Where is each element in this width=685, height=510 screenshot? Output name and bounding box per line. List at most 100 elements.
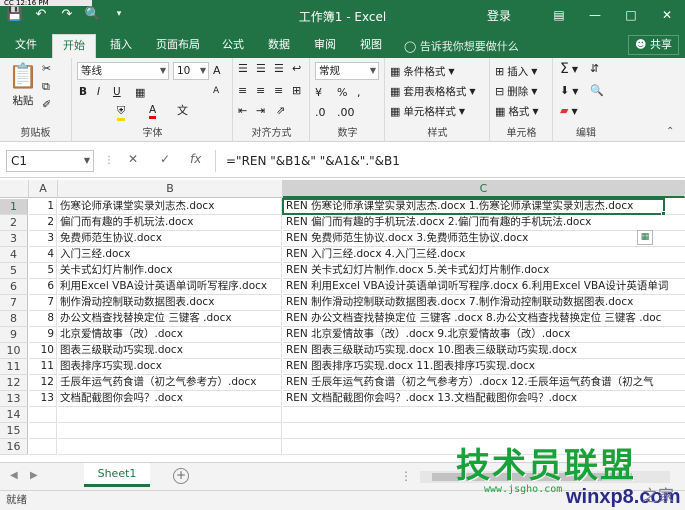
- cell-c[interactable]: REN 偏门而有趣的手机玩法.docx 2.偏门而有趣的手机玩法.docx: [283, 215, 685, 231]
- autosum-button[interactable]: Σ ▼: [560, 62, 578, 76]
- cell-a[interactable]: [29, 407, 57, 423]
- cell-a[interactable]: 8: [29, 311, 57, 327]
- cell-b[interactable]: 办公文档查找替换定位 三键客 .docx: [58, 311, 282, 327]
- row-header[interactable]: 6: [0, 279, 28, 295]
- cell-c[interactable]: [283, 423, 685, 439]
- cell-b[interactable]: 免费师范生协议.docx: [58, 231, 282, 247]
- cell-a[interactable]: 11: [29, 359, 57, 375]
- cell-a[interactable]: 3: [29, 231, 57, 247]
- cell-b[interactable]: 图表排序巧实现.docx: [58, 359, 282, 375]
- cell-a[interactable]: 4: [29, 247, 57, 263]
- cell-c[interactable]: REN 免费师范生协议.docx 3.免费师范生协议.docx: [283, 231, 685, 247]
- cell-c[interactable]: REN 图表排序巧实现.docx 11.图表排序巧实现.docx: [283, 359, 685, 375]
- cell-b[interactable]: 伤寒论师承课堂实录刘志杰.docx: [58, 199, 282, 215]
- font-color-button[interactable]: A: [149, 104, 157, 119]
- align-bottom-button[interactable]: ☰: [274, 62, 284, 76]
- underline-button[interactable]: U: [113, 86, 121, 98]
- grow-font-button[interactable]: A: [213, 64, 221, 77]
- number-format-combo[interactable]: 常规 ▼: [315, 62, 379, 80]
- cell-a[interactable]: [29, 423, 57, 439]
- quick-analysis-icon[interactable]: ▦: [637, 230, 653, 245]
- add-sheet-icon[interactable]: +: [173, 468, 189, 484]
- cell-a[interactable]: 5: [29, 263, 57, 279]
- cell-a[interactable]: 2: [29, 215, 57, 231]
- row-header[interactable]: 13: [0, 391, 28, 407]
- minimize-icon[interactable]: —: [577, 0, 613, 30]
- tab-file[interactable]: 文件: [6, 34, 46, 58]
- align-center-button[interactable]: ≡: [256, 84, 265, 98]
- cell-a[interactable]: 12: [29, 375, 57, 391]
- row-header[interactable]: 3: [0, 231, 28, 247]
- insert-cells-button[interactable]: ⊞ 插入 ▼: [495, 64, 537, 79]
- fill-button[interactable]: ⬇ ▼: [560, 84, 578, 98]
- row-header[interactable]: 15: [0, 423, 28, 439]
- row-header[interactable]: 4: [0, 247, 28, 263]
- cell-b[interactable]: 北京爱情故事（改）.docx: [58, 327, 282, 343]
- cell-b[interactable]: 关卡式幻灯片制作.docx: [58, 263, 282, 279]
- font-name-combo[interactable]: 等线 ▼: [77, 62, 169, 80]
- cut-button[interactable]: ✂: [42, 62, 51, 76]
- select-all-corner[interactable]: [0, 180, 29, 198]
- accounting-format-button[interactable]: ¥: [315, 86, 322, 100]
- cell-b[interactable]: 制作滑动控制联动数据图表.docx: [58, 295, 282, 311]
- cell-b[interactable]: [58, 423, 282, 439]
- cell-c[interactable]: REN 图表三级联动巧实现.docx 10.图表三级联动巧实现.docx: [283, 343, 685, 359]
- cell-a[interactable]: 1: [29, 199, 57, 215]
- decrease-indent-button[interactable]: ⇤: [238, 104, 247, 118]
- align-right-button[interactable]: ≡: [274, 84, 283, 98]
- column-header-b[interactable]: B: [58, 180, 283, 198]
- paste-button[interactable]: 📋 粘贴: [8, 62, 38, 108]
- phonetic-button[interactable]: 文: [177, 104, 188, 118]
- cell-b[interactable]: 利用Excel VBA设计英语单词听写程序.docx: [58, 279, 282, 295]
- collapse-ribbon-icon[interactable]: ⌃: [666, 126, 674, 137]
- cell-b[interactable]: 文档配截图你会吗？.docx: [58, 391, 282, 407]
- column-header-c[interactable]: C: [283, 180, 685, 198]
- tab-split-handle[interactable]: ⋮: [400, 469, 412, 483]
- cell-styles-button[interactable]: ▦ 单元格样式 ▼: [390, 104, 465, 119]
- tab-view[interactable]: 视图: [352, 34, 390, 58]
- decrease-decimal-button[interactable]: .00: [337, 106, 355, 120]
- cancel-formula-icon[interactable]: ✕: [128, 152, 138, 166]
- cell-c[interactable]: REN 办公文档查找替换定位 三键客 .docx 8.办公文档查找替换定位 三键…: [283, 311, 685, 327]
- borders-button[interactable]: ▦: [135, 86, 145, 100]
- cell-c[interactable]: REN 北京爱情故事（改）.docx 9.北京爱情故事（改）.docx: [283, 327, 685, 343]
- cell-c[interactable]: REN 壬辰年运气药食谱（初之气参考方）.docx 12.壬辰年运气药食谱（初之…: [283, 375, 685, 391]
- increase-decimal-button[interactable]: .0: [315, 106, 326, 120]
- worksheet-grid[interactable]: A B C 1 1 伤寒论师承课堂实录刘志杰.docx REN 伤寒论师承课堂实录刘志…: [0, 180, 685, 462]
- ribbon-options-icon[interactable]: ▤: [541, 0, 577, 30]
- name-box[interactable]: C1 ▼: [6, 150, 94, 172]
- cell-b[interactable]: 图表三级联动巧实现.docx: [58, 343, 282, 359]
- comma-button[interactable]: ,: [357, 86, 361, 100]
- align-left-button[interactable]: ≡: [238, 84, 247, 98]
- cell-b[interactable]: [58, 439, 282, 455]
- cell-c[interactable]: REN 文档配截图你会吗？.docx 13.文档配截图你会吗？.docx: [283, 391, 685, 407]
- row-header[interactable]: 16: [0, 439, 28, 455]
- sheet-tab-sheet1[interactable]: Sheet1: [84, 463, 150, 487]
- tell-me-box[interactable]: ◯ 告诉我你想要做什么: [404, 38, 519, 54]
- maximize-icon[interactable]: □: [613, 0, 649, 30]
- cell-a[interactable]: [29, 439, 57, 455]
- tab-insert[interactable]: 插入: [102, 34, 140, 58]
- cell-a[interactable]: 9: [29, 327, 57, 343]
- tab-page-layout[interactable]: 页面布局: [148, 34, 208, 58]
- bold-button[interactable]: B: [79, 86, 87, 98]
- share-button[interactable]: ☻ 共享: [628, 35, 679, 55]
- fill-color-button[interactable]: ⛨: [117, 104, 126, 121]
- find-select-button[interactable]: 🔍: [590, 84, 604, 98]
- column-header-a[interactable]: A: [29, 180, 58, 198]
- row-header[interactable]: 12: [0, 375, 28, 391]
- tab-data[interactable]: 数据: [260, 34, 298, 58]
- row-header[interactable]: 2: [0, 215, 28, 231]
- cell-c[interactable]: [283, 407, 685, 423]
- align-middle-button[interactable]: ☰: [256, 62, 266, 76]
- cell-c[interactable]: REN 关卡式幻灯片制作.docx 5.关卡式幻灯片制作.docx: [283, 263, 685, 279]
- cell-a[interactable]: 6: [29, 279, 57, 295]
- row-header[interactable]: 11: [0, 359, 28, 375]
- delete-cells-button[interactable]: ⊟ 删除 ▼: [495, 84, 537, 99]
- sort-filter-button[interactable]: ⇵: [590, 62, 599, 76]
- insert-function-button[interactable]: fx: [190, 152, 201, 166]
- row-header[interactable]: 8: [0, 311, 28, 327]
- cell-b[interactable]: [58, 407, 282, 423]
- align-top-button[interactable]: ☰: [238, 62, 248, 76]
- fill-handle[interactable]: [661, 211, 666, 216]
